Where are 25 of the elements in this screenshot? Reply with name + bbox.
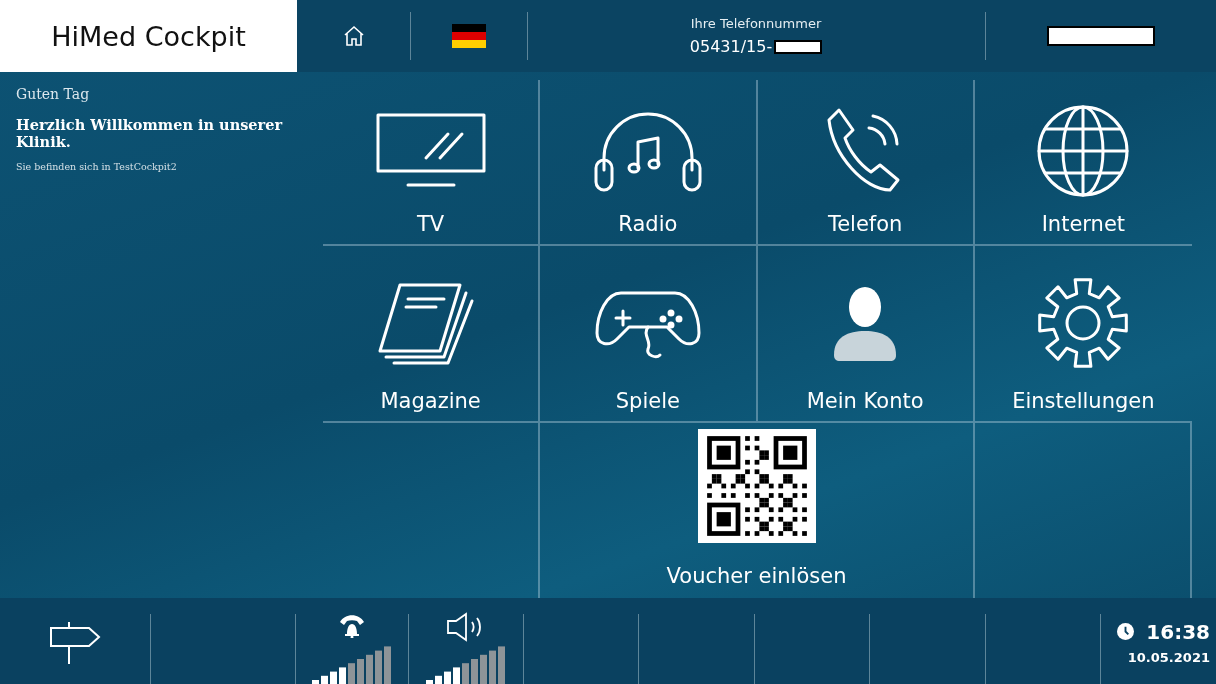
tv-icon [375, 113, 486, 189]
menu-tile[interactable]: Radio [540, 80, 758, 246]
clock-date: 10.05.2021 [1127, 649, 1210, 665]
app-title: HiMed Cockpit [51, 20, 246, 52]
menu-tile[interactable]: Spiele [540, 246, 758, 423]
menu-tile[interactable]: Einstellungen [974, 246, 1192, 423]
menu-tile[interactable]: Internet [974, 80, 1192, 246]
menu-tile[interactable]: Mein Konto [757, 246, 975, 423]
phone-label: Ihre Telefonnummer [690, 16, 822, 31]
flag-icon[interactable] [451, 24, 486, 48]
menu-tile[interactable]: Telefon [757, 80, 975, 246]
greeting-text: Guten Tag [16, 86, 91, 102]
phone-bell-icon[interactable] [338, 612, 365, 638]
clock-time: 16:38 [1146, 619, 1210, 644]
welcome-heading: Herzlich Willkommen in unserer Klinik. [16, 116, 284, 151]
person-icon [832, 284, 899, 361]
redaction-bar [774, 39, 823, 54]
phone-number: 05431/15- [689, 37, 773, 56]
clock-icon [1117, 623, 1135, 640]
qr-code[interactable] [697, 429, 816, 543]
menu-tile[interactable]: Magazine [323, 246, 541, 423]
signpost-icon[interactable] [49, 620, 101, 664]
location-text: Sie befinden sich in TestCockpit2 [16, 160, 178, 172]
menu-tile[interactable]: TV [323, 80, 541, 246]
voucher-tile[interactable]: Voucher einlösen [540, 423, 975, 598]
